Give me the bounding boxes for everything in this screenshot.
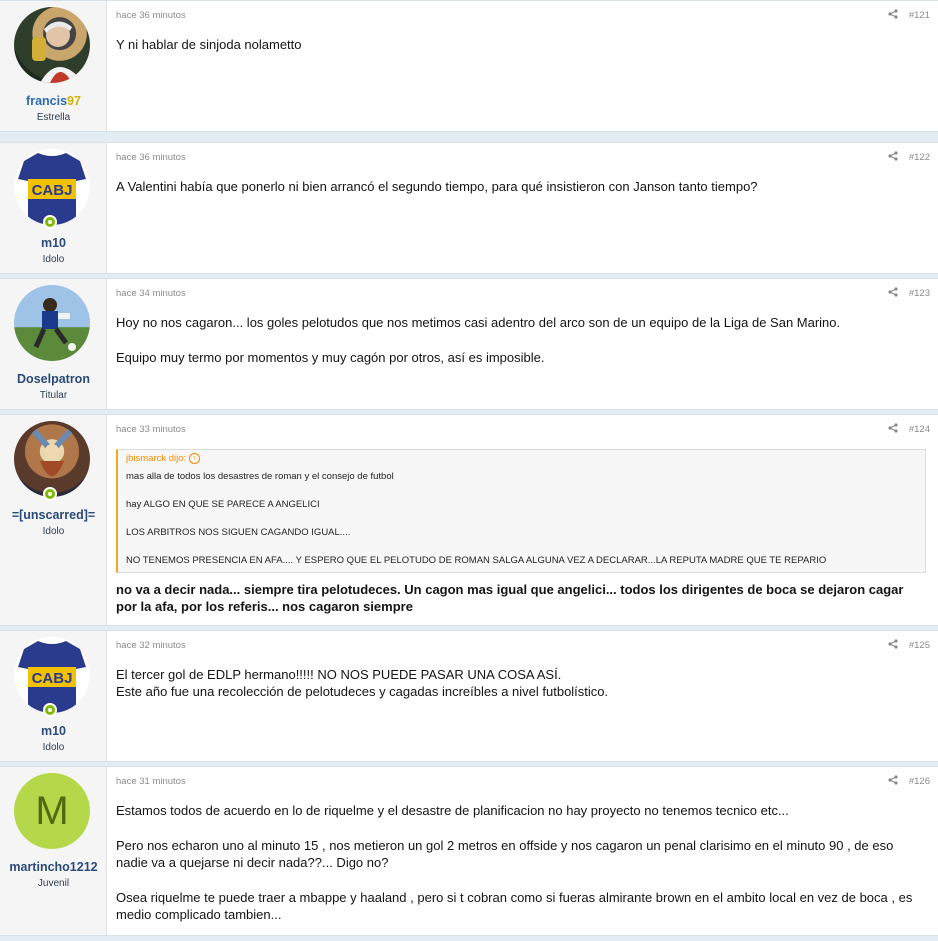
reply-text: no va a decir nada... siempre tira pelot…	[116, 582, 904, 614]
post-time[interactable]: hace 36 minutos	[116, 152, 186, 163]
quote-author[interactable]: jbismarck dijo: ↑	[126, 452, 917, 466]
user-title: Idolo	[42, 254, 65, 265]
post-number[interactable]: #125	[909, 640, 930, 651]
avatar-letter: M	[35, 788, 69, 833]
user-title: Titular	[39, 390, 68, 401]
share-icon[interactable]	[888, 151, 898, 161]
message-paragraph: Pero nos echaron uno al minuto 15 , nos …	[116, 838, 894, 870]
quote-line: NO TENEMOS PRESENCIA EN AFA.... Y ESPERO…	[126, 555, 827, 566]
avatar[interactable]: CABJ	[14, 149, 90, 225]
user-title: Idolo	[42, 742, 65, 753]
post-message: Estamos todos de acuerdo en lo de riquel…	[116, 802, 926, 941]
post-message: jbismarck dijo: ↑ mas alla de todos los …	[116, 449, 926, 615]
avatar-image	[33, 298, 76, 351]
post-content: hace 36 minutos #122 A Valentini había q…	[107, 143, 938, 273]
quote-author-name: jbismarck dijo:	[126, 453, 187, 464]
username-part: francis	[26, 94, 68, 108]
avatar[interactable]: CABJ	[14, 637, 90, 713]
avatar[interactable]	[14, 7, 90, 83]
message-paragraph: A Valentini había que ponerlo ni bien ar…	[116, 179, 758, 194]
share-icon[interactable]	[888, 639, 898, 649]
post-message: Hoy no nos cagaron... los goles pelotudo…	[116, 314, 926, 384]
post-number[interactable]: #122	[909, 152, 930, 163]
post: francis97 Estrella hace 36 minutos #121 …	[0, 0, 938, 132]
arrow-up-circle-icon[interactable]: ↑	[188, 452, 200, 464]
post-number[interactable]: #126	[909, 776, 930, 787]
username[interactable]: francis97	[0, 94, 107, 108]
share-icon[interactable]	[888, 287, 898, 297]
user-info: Doselpatron Titular	[0, 279, 107, 409]
user-title: Juvenil	[37, 878, 70, 889]
avatar-image	[31, 428, 73, 476]
username-part: 97	[67, 94, 81, 108]
username[interactable]: =[unscarred]=	[0, 508, 107, 522]
quote-line: hay ALGO EN QUE SE PARECE A ANGELICI	[126, 499, 320, 510]
post: =[unscarred]= Idolo hace 33 minutos #124…	[0, 414, 938, 626]
message-paragraph: Equipo muy termo por momentos y muy cagó…	[116, 350, 545, 365]
post-time[interactable]: hace 31 minutos	[116, 776, 186, 787]
post-time[interactable]: hace 36 minutos	[116, 10, 186, 21]
post-message: Y ni hablar de sinjoda nolametto	[116, 36, 926, 71]
username[interactable]: m10	[0, 724, 107, 738]
post-number[interactable]: #121	[909, 10, 930, 21]
username[interactable]: martincho1212	[0, 860, 107, 874]
cabj-shirt-icon: CABJ	[18, 153, 86, 225]
avatar-text: CABJ	[32, 670, 73, 687]
post-message: A Valentini había que ponerlo ni bien ar…	[116, 178, 926, 213]
online-status-icon	[43, 703, 57, 717]
avatar[interactable]: M	[14, 773, 90, 849]
cabj-shirt-icon: CABJ	[18, 641, 86, 713]
message-paragraph: Estamos todos de acuerdo en lo de riquel…	[116, 803, 789, 818]
post-number[interactable]: #124	[909, 424, 930, 435]
online-status-icon	[43, 215, 57, 229]
message-paragraph: Y ni hablar de sinjoda nolametto	[116, 37, 302, 52]
post: CABJ m10 Idolo hace 36 minutos #122 A Va…	[0, 142, 938, 274]
message-paragraph: Osea riquelme te puede traer a mbappe y …	[116, 890, 913, 922]
user-title: Estrella	[36, 112, 71, 123]
post-content: hace 34 minutos #123 Hoy no nos cagaron.…	[107, 279, 938, 409]
avatar-text: CABJ	[32, 182, 73, 199]
post-time[interactable]: hace 32 minutos	[116, 640, 186, 651]
post: M martincho1212 Juvenil hace 31 minutos …	[0, 766, 938, 936]
username[interactable]: m10	[0, 236, 107, 250]
post-content: hace 32 minutos #125 El tercer gol de ED…	[107, 631, 938, 761]
quote-line: LOS ARBITROS NOS SIGUEN CAGANDO IGUAL...…	[126, 527, 351, 538]
user-info: CABJ m10 Idolo	[0, 631, 107, 761]
avatar-image	[32, 21, 84, 83]
message-line: Este año fue una recolección de pelotude…	[116, 684, 609, 699]
avatar[interactable]	[14, 421, 90, 497]
avatar[interactable]	[14, 285, 90, 361]
post-time[interactable]: hace 34 minutos	[116, 288, 186, 299]
quote-block: jbismarck dijo: ↑ mas alla de todos los …	[116, 449, 926, 573]
quote-line: mas alla de todos los desastres de roman…	[126, 471, 394, 482]
post-content: hace 31 minutos #126 Estamos todos de ac…	[107, 767, 938, 935]
post-content: hace 36 minutos #121 Y ni hablar de sinj…	[107, 1, 938, 131]
message-line: El tercer gol de EDLP hermano!!!!! NO NO…	[116, 667, 562, 682]
online-status-icon	[43, 487, 57, 501]
user-info: francis97 Estrella	[0, 1, 107, 131]
message-paragraph: Hoy no nos cagaron... los goles pelotudo…	[116, 315, 841, 330]
share-icon[interactable]	[888, 775, 898, 785]
share-icon[interactable]	[888, 423, 898, 433]
post-number[interactable]: #123	[909, 288, 930, 299]
post-time[interactable]: hace 33 minutos	[116, 424, 186, 435]
user-info: CABJ m10 Idolo	[0, 143, 107, 273]
post: CABJ m10 Idolo hace 32 minutos #125 El t…	[0, 630, 938, 762]
user-info: M martincho1212 Juvenil	[0, 767, 107, 935]
username[interactable]: Doselpatron	[0, 372, 107, 386]
post-message: El tercer gol de EDLP hermano!!!!! NO NO…	[116, 666, 926, 700]
user-title: Idolo	[42, 526, 65, 537]
user-info: =[unscarred]= Idolo	[0, 415, 107, 625]
share-icon[interactable]	[888, 9, 898, 19]
post-content: hace 33 minutos #124 jbismarck dijo: ↑ m…	[107, 415, 938, 625]
post: Doselpatron Titular hace 34 minutos #123…	[0, 278, 938, 410]
